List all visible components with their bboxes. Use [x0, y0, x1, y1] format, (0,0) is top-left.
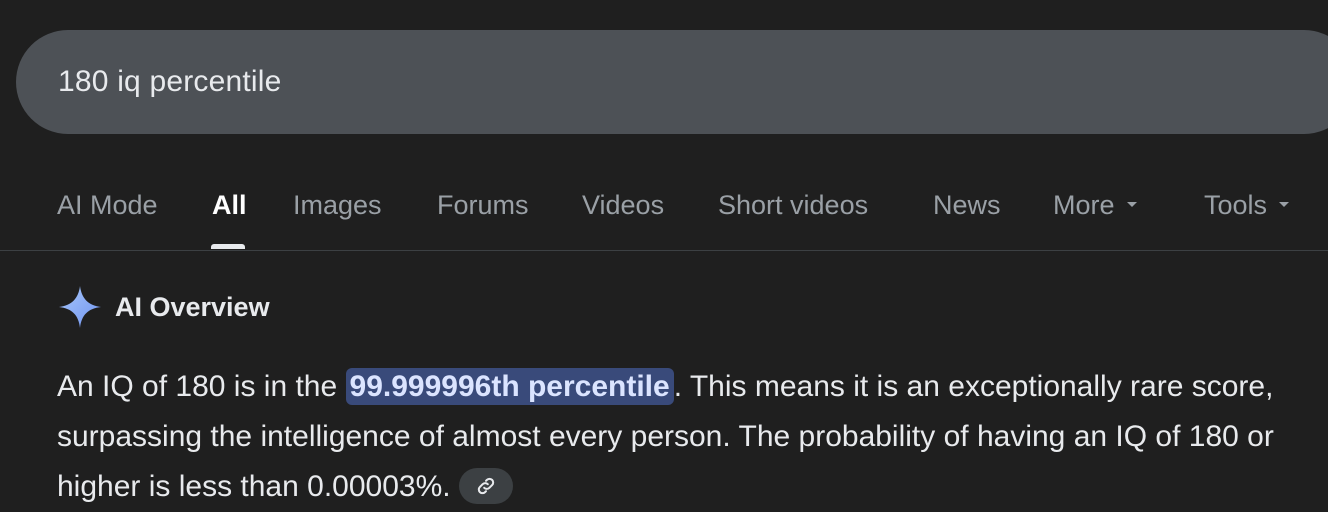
tab-tools[interactable]: Tools	[1204, 190, 1290, 221]
search-input[interactable]: 180 iq percentile	[58, 65, 282, 99]
search-bar[interactable]: 180 iq percentile	[16, 30, 1328, 134]
ai-overview-text: An IQ of 180 is in the 99.999996th perce…	[57, 362, 1317, 512]
tab-more[interactable]: More	[1053, 190, 1137, 221]
ai-overview-header: AI Overview	[57, 284, 270, 330]
source-link-button[interactable]	[458, 468, 513, 505]
tab-forums[interactable]: Forums	[437, 190, 529, 221]
active-tab-indicator	[211, 244, 245, 249]
highlighted-answer: 99.999996th percentile	[345, 368, 674, 405]
tab-videos[interactable]: Videos	[582, 190, 664, 221]
ai-overview-title: AI Overview	[115, 291, 270, 322]
tab-tools-label: Tools	[1204, 190, 1268, 220]
sparkle-icon	[59, 286, 101, 328]
tab-all[interactable]: All	[212, 190, 247, 221]
search-tabs: AI Mode All Images Forums Videos Short v…	[0, 178, 1328, 251]
chevron-down-icon	[1126, 202, 1137, 208]
tab-images[interactable]: Images	[293, 190, 382, 221]
tab-ai-mode[interactable]: AI Mode	[57, 190, 158, 221]
tab-short-videos[interactable]: Short videos	[718, 190, 868, 221]
tab-news[interactable]: News	[933, 190, 1001, 221]
tab-more-label: More	[1053, 190, 1115, 220]
chevron-down-icon	[1279, 202, 1290, 208]
ai-overview-text-before: An IQ of 180 is in the	[57, 370, 346, 403]
